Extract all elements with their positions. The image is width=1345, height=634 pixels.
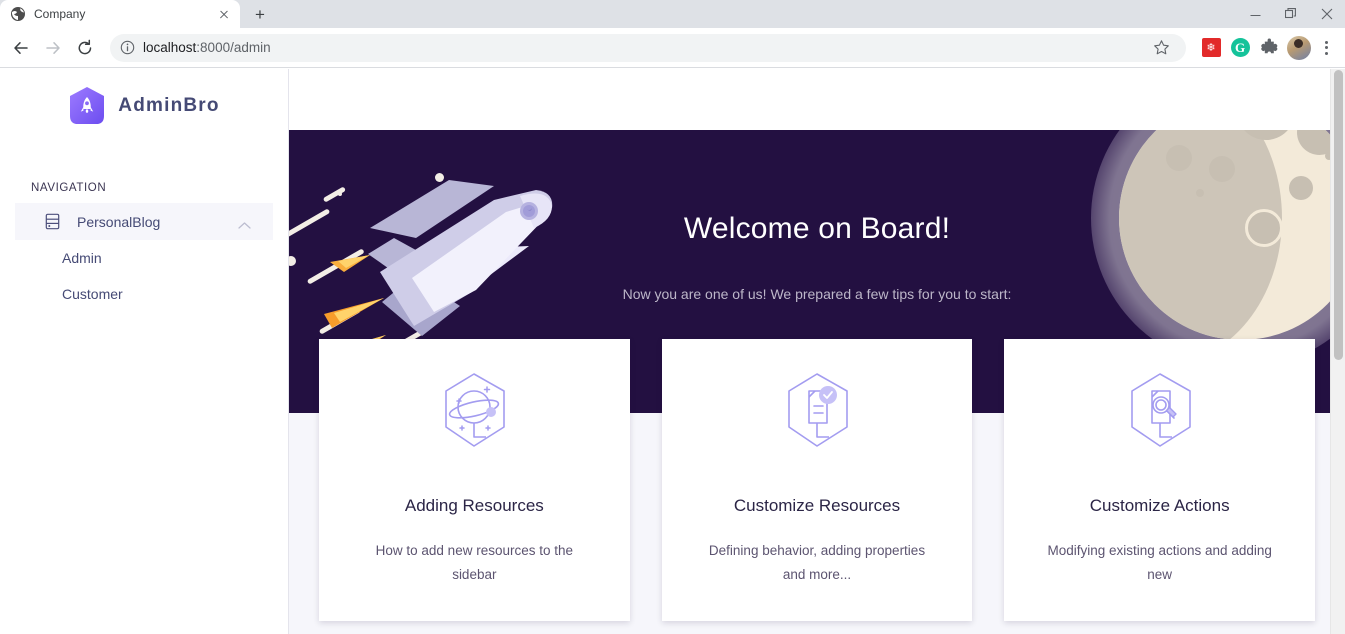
back-arrow-icon[interactable]: [6, 33, 36, 63]
card-description: Modifying existing actions and adding ne…: [1047, 543, 1272, 582]
extension-red-icon[interactable]: ❄: [1200, 37, 1222, 59]
window-minimize-button[interactable]: [1237, 0, 1273, 28]
brand-name: AdminBro: [118, 95, 220, 116]
url-path: :8000/admin: [196, 40, 271, 55]
hero-subtitle: Now you are one of us! We prepared a few…: [622, 286, 1012, 302]
card-adding-resources[interactable]: Adding Resources How to add new resource…: [319, 339, 630, 621]
moon-illustration: [1091, 130, 1345, 368]
tab-strip: Company +: [0, 0, 1345, 28]
star-icon[interactable]: [1148, 35, 1174, 61]
card-title: Adding Resources: [404, 496, 544, 515]
grammarly-icon[interactable]: G: [1229, 37, 1251, 59]
scrollbar-thumb[interactable]: [1334, 70, 1343, 360]
browser-window: Company + localhost:8000/admin ❄ G Admin…: [0, 0, 1345, 634]
extension-icons: ❄ G: [1196, 35, 1311, 60]
app-sidebar: AdminBro NAVIGATION PersonalBlog Admin C…: [0, 69, 289, 634]
hexagon-document-check-icon: [776, 369, 858, 451]
hero-title: Welcome on Board!: [683, 212, 951, 245]
browser-tab[interactable]: Company: [0, 0, 240, 28]
reload-icon[interactable]: [70, 33, 100, 63]
card-customize-actions[interactable]: Customize Actions Modifying existing act…: [1004, 339, 1316, 621]
page-scrollbar[interactable]: [1330, 69, 1345, 634]
main-content: Welcome on Board! Now you are one of us!…: [289, 69, 1345, 634]
hexagon-document-search-icon: [1119, 369, 1201, 451]
window-restore-button[interactable]: [1273, 0, 1309, 28]
card-description: How to add new resources to the sidebar: [375, 543, 573, 582]
sidebar-item-customer[interactable]: Customer: [0, 276, 288, 312]
puzzle-extensions-icon[interactable]: [1258, 37, 1280, 59]
globe-icon: [10, 6, 26, 22]
card-description: Defining behavior, adding properties and…: [708, 543, 926, 582]
url-host: localhost: [143, 40, 197, 55]
card-title: Customize Resources: [733, 496, 901, 515]
database-icon: [45, 213, 60, 230]
tab-close-icon[interactable]: [216, 6, 232, 22]
navigation-section-label: NAVIGATION: [31, 182, 107, 194]
info-circle-icon[interactable]: [120, 40, 135, 55]
space-shuttle-illustration: [289, 150, 584, 370]
address-bar-url: localhost:8000/admin: [143, 40, 271, 55]
forward-arrow-icon[interactable]: [38, 33, 68, 63]
card-title: Customize Actions: [1089, 496, 1230, 515]
three-dot-menu-icon[interactable]: [1313, 33, 1339, 63]
browser-toolbar: localhost:8000/admin ❄ G: [0, 28, 1345, 68]
page-viewport: AdminBro NAVIGATION PersonalBlog Admin C…: [0, 69, 1345, 634]
adminbro-rocket-logo: [68, 86, 106, 126]
window-close-button[interactable]: [1309, 0, 1345, 28]
content-topbar: [289, 69, 1345, 130]
window-controls: [1237, 0, 1345, 28]
brand-logo-area[interactable]: AdminBro: [0, 69, 288, 132]
hexagon-planet-icon: [433, 369, 515, 451]
chevron-up-icon[interactable]: [238, 217, 251, 229]
sidebar-item-personalblog[interactable]: PersonalBlog: [15, 203, 273, 240]
address-bar[interactable]: localhost:8000/admin: [110, 33, 1186, 62]
card-customize-resources[interactable]: Customize Resources Defining behavior, a…: [661, 339, 973, 621]
tab-title: Company: [34, 7, 86, 21]
sidebar-item-label: PersonalBlog: [77, 213, 161, 230]
new-tab-button[interactable]: +: [246, 0, 274, 28]
sidebar-item-admin[interactable]: Admin: [0, 240, 288, 276]
profile-avatar[interactable]: [1287, 35, 1311, 60]
tip-cards: Adding Resources How to add new resource…: [319, 339, 1316, 621]
